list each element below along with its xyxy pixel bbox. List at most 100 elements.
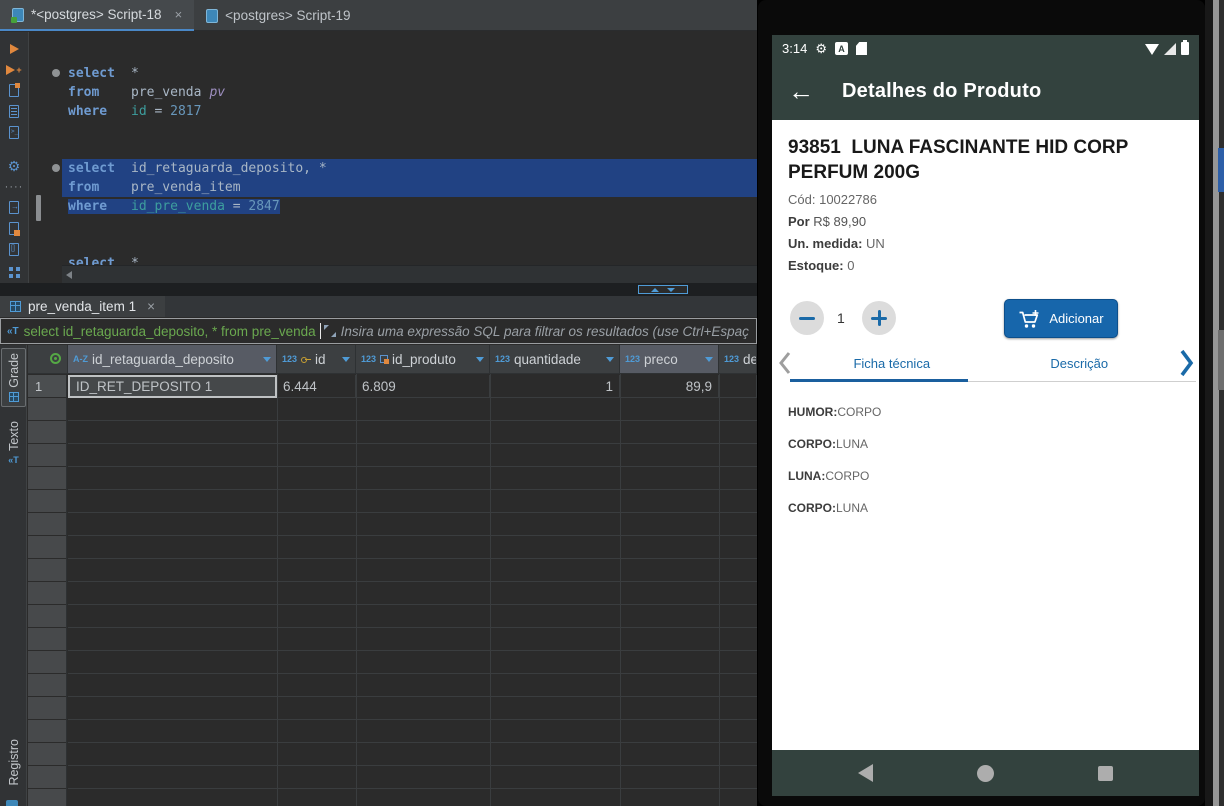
product-stock: Estoque: 0 [788,258,854,273]
results-tab[interactable]: pre_venda_item 1 × [0,296,165,317]
row-state-icon [50,353,61,364]
dbeaver-window: *<postgres> Script-18 × <postgres> Scrip… [0,0,757,806]
nav-recents-icon[interactable] [1098,765,1113,781]
spec-row: HUMOR:CORPO [788,405,881,419]
splitter-handle[interactable] [638,285,688,294]
code-area[interactable]: select * from pre_venda pv where id = 2817 s… [30,32,757,283]
doc-brackets-icon [9,243,19,256]
empty-rows[interactable] [68,398,757,806]
side-tab-texto[interactable]: Texto «T [1,417,26,469]
clock: 3:14 [782,41,808,56]
side-tab-grade[interactable]: Grade [1,348,26,407]
export-button[interactable] [0,197,28,218]
column-name: id [315,351,326,367]
chevron-down-icon[interactable] [263,356,271,362]
close-results-icon[interactable]: × [147,299,155,314]
unit-value: UN [866,236,885,251]
execute-new-tab-button[interactable]: + [0,59,28,80]
console-icon [9,126,19,139]
add-to-cart-button[interactable]: Adicionar [1004,299,1118,338]
cell-id-retaguarda-deposito[interactable]: ID_RET_DEPOSITO 1 [68,375,277,398]
chevron-down-icon[interactable] [705,356,713,362]
sql-editor[interactable]: + ⚙ ···· select * from pre_venda pv where id… [0,32,757,283]
quantity-value: 1 [837,310,845,326]
editor-horizontal-scrollbar[interactable] [62,265,757,283]
record-icon [6,800,18,806]
query-marker-icon [52,164,60,172]
play-icon [6,64,16,75]
chevron-down-icon[interactable] [476,356,484,362]
quantity-minus-button[interactable] [790,301,824,335]
execute-statement-button[interactable] [0,38,28,59]
column-divider [356,374,357,806]
column-header-preco[interactable]: 123 preco [620,345,719,374]
minimize-down-icon[interactable] [667,287,675,292]
sql-keyword: from [68,85,100,100]
background-window-sliver [1205,0,1224,806]
cell-id[interactable]: 6.444 [277,375,356,398]
status-right-icons [1145,40,1189,55]
tab-script-18-label: *<postgres> Script-18 [31,7,162,22]
sql-keyword: from [68,180,100,195]
maximize-up-icon[interactable] [651,287,659,292]
console-button[interactable] [0,122,28,143]
spec-value: CORPO [825,469,870,483]
tab-descricao[interactable]: Descrição [986,356,1174,371]
plus-icon: + [16,64,22,75]
column-header-id-retaguarda-deposito[interactable]: A-Z id_retaguarda_deposito [68,345,277,374]
chevron-right-icon[interactable] [1173,348,1199,378]
sql-line: from pre_venda pv [68,83,225,102]
grid-corner-header[interactable] [28,345,68,374]
templates-button[interactable] [0,239,28,260]
column-header-id[interactable]: 123 id [277,345,356,374]
cell-id-produto[interactable]: 6.809 [356,375,490,398]
spec-label: CORPO: [788,501,836,515]
script-button[interactable] [0,101,28,122]
new-result-button[interactable] [0,218,28,239]
side-tab-registro-label: Registro [6,739,21,786]
column-header-truncated[interactable]: 123 de [719,345,757,374]
sql-column: id [131,104,147,119]
scroll-left-icon[interactable] [66,270,72,279]
sql-file-icon [11,7,24,23]
outline-button[interactable] [0,260,28,281]
number-type-icon: 123 [625,354,641,364]
side-tab-registro[interactable]: Registro [1,735,26,790]
sliver-blue-accent [1218,148,1224,192]
back-arrow-icon[interactable]: ← [788,78,814,104]
quantity-plus-button[interactable] [862,301,896,335]
text-type-icon: A-Z [73,354,88,364]
editor-results-splitter[interactable] [0,283,757,296]
active-tab-underline [790,379,968,382]
column-divider [490,374,491,806]
tab-script-18[interactable]: *<postgres> Script-18 × [0,0,195,31]
nav-back-icon[interactable] [858,764,873,782]
expand-filter-icon[interactable] [323,325,336,337]
spec-row: CORPO:LUNA [788,437,868,451]
page-title: Detalhes do Produto [842,79,1042,102]
sql-line: from pre_venda_item [68,178,241,197]
nav-home-icon[interactable] [977,764,994,782]
chevron-down-icon[interactable] [606,356,614,362]
cell-quantidade[interactable]: 1 [490,375,620,398]
results-filter-bar[interactable]: «T select id_retaguarda_deposito, * from… [0,318,757,344]
column-header-quantidade[interactable]: 123 quantidade [490,345,620,374]
column-header-id-produto[interactable]: 123 id_produto [356,345,490,374]
close-tab-icon[interactable]: × [175,7,183,22]
grid-icon [10,301,21,312]
spec-row: LUNA:CORPO [788,469,869,483]
chevron-down-icon[interactable] [342,356,350,362]
sql-number: 2847 [248,199,280,214]
cell-preco[interactable]: 89,9 [620,375,719,398]
column-name: id_produto [392,351,456,367]
tab-script-19[interactable]: <postgres> Script-19 [194,0,362,31]
price-value: R$ 89,90 [813,214,867,229]
product-title: 93851 LUNA FASCINANTE HID CORP PERFUM 20… [788,137,1134,183]
explain-plan-button[interactable]: ⚙ [0,155,28,176]
chevron-left-icon[interactable] [772,350,798,376]
row-number[interactable]: 1 [28,375,67,398]
number-type-icon: 123 [361,354,377,364]
tab-ficha-tecnica[interactable]: Ficha técnica [798,356,986,371]
cell-truncated[interactable] [719,375,757,398]
execute-script-button[interactable] [0,80,28,101]
